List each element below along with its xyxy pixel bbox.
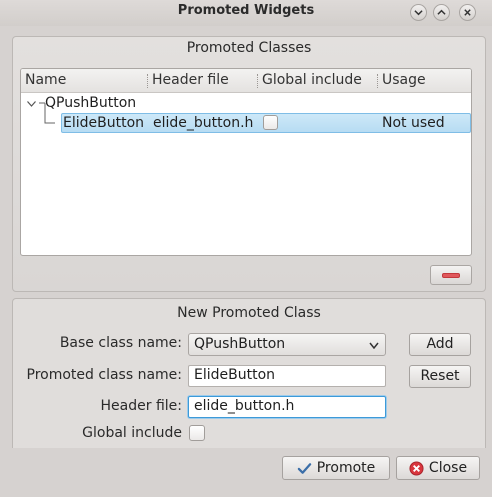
column-separator	[257, 74, 258, 88]
row-global-include-checkbox[interactable]	[263, 115, 278, 130]
promoted-class-label: Promoted class name:	[26, 367, 182, 383]
column-header-file[interactable]: Header file	[152, 72, 229, 88]
close-icon	[464, 9, 471, 16]
column-usage[interactable]: Usage	[382, 72, 426, 88]
header-file-field[interactable]: elide_button.h	[188, 396, 386, 418]
reset-button[interactable]: Reset	[409, 365, 471, 388]
promote-label: Promote	[316, 459, 376, 476]
tree-row-selected[interactable]: ElideButton elide_button.h Not used	[61, 113, 471, 133]
promote-button[interactable]: Promote	[282, 456, 390, 480]
maximize-button[interactable]	[433, 4, 450, 21]
global-include-label: Global include	[82, 425, 182, 441]
minus-icon	[442, 272, 460, 278]
promoted-class-value: ElideButton	[194, 367, 276, 383]
minimize-button[interactable]	[410, 4, 427, 21]
tree-row-parent[interactable]: QPushButton	[21, 94, 471, 124]
base-class-combo[interactable]: QPushButton	[188, 333, 386, 356]
base-class-label: Base class name:	[59, 335, 182, 351]
checkmark-icon	[297, 462, 311, 474]
add-button[interactable]: Add	[409, 333, 471, 356]
column-global-include[interactable]: Global include	[262, 72, 362, 88]
close-window-button[interactable]	[459, 4, 476, 21]
promoted-classes-title: Promoted Classes	[186, 40, 312, 56]
row-name: ElideButton	[63, 115, 145, 131]
column-separator	[377, 74, 378, 88]
column-name[interactable]: Name	[25, 72, 66, 88]
tree-header: Name Header file Global include Usage	[21, 69, 471, 93]
base-class-value: QPushButton	[194, 336, 286, 352]
chevron-down-icon	[414, 10, 423, 16]
close-label: Close	[428, 459, 468, 476]
header-file-value: elide_button.h	[194, 398, 295, 414]
promoted-classes-tree[interactable]: Name Header file Global include Usage QP…	[20, 68, 472, 256]
new-promoted-class-title: New Promoted Class	[177, 305, 321, 321]
parent-class-name: QPushButton	[45, 95, 137, 111]
column-separator	[147, 74, 148, 88]
chevron-up-icon	[437, 9, 446, 15]
global-include-checkbox[interactable]	[189, 425, 205, 441]
title-bar: Promoted Widgets	[0, 0, 492, 26]
close-button[interactable]: Close	[396, 456, 480, 480]
header-file-label: Header file:	[100, 398, 182, 414]
close-circle-icon	[409, 460, 424, 476]
row-header-file: elide_button.h	[153, 115, 254, 131]
row-usage: Not used	[382, 115, 445, 131]
remove-class-button[interactable]	[430, 265, 472, 285]
promoted-class-field[interactable]: ElideButton	[188, 365, 386, 387]
chevron-down-icon	[369, 342, 379, 349]
